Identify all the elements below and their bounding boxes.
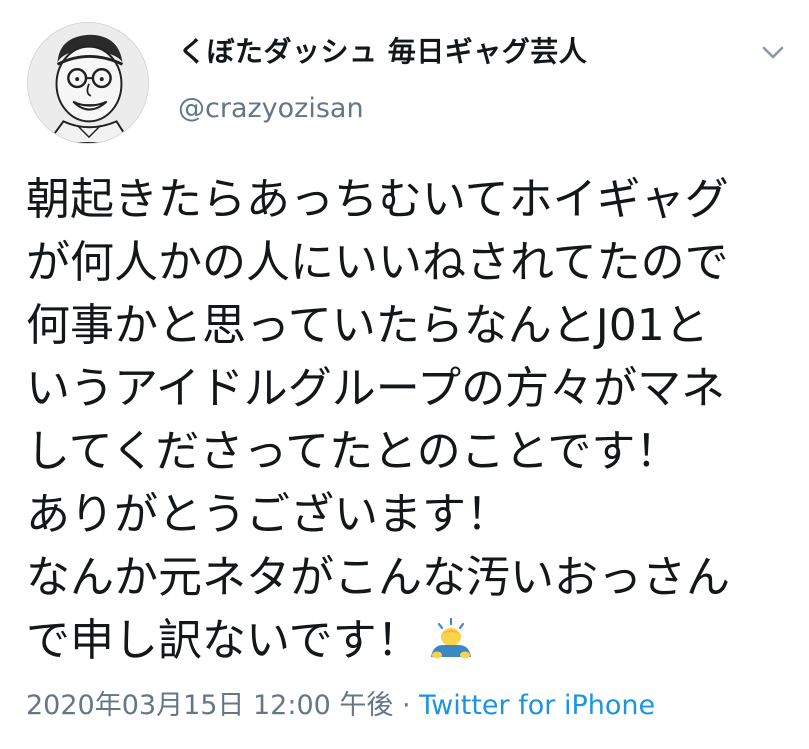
chevron-down-icon [762, 46, 784, 59]
tweet-timestamp[interactable]: 2020年03月15日 12:00 午後 [26, 690, 393, 721]
tweet-body: 朝起きたらあっちむいてホイギャグ が何人かの人にいいねされてたので 何事かと思っ… [26, 168, 801, 672]
tweet-text: 朝起きたらあっちむいてホイギャグ が何人かの人にいいねされてたので 何事かと思っ… [26, 174, 730, 666]
tweet-meta: 2020年03月15日 12:00 午後 · Twitter for iPhon… [26, 683, 655, 722]
tweet-card: くぼたダッシュ 毎日ギャグ芸人 @crazyozisan 朝起きたらあっちむいて… [0, 0, 809, 749]
tweet-menu-button[interactable] [756, 36, 790, 70]
avatar[interactable] [27, 22, 149, 144]
display-name[interactable]: くぼたダッシュ 毎日ギャグ芸人 [178, 30, 587, 70]
tweet-source-link[interactable]: Twitter for iPhone [419, 690, 655, 721]
meta-separator: · [393, 690, 420, 721]
user-handle[interactable]: @crazyozisan [178, 93, 364, 124]
person-bowing-emoji [430, 617, 471, 659]
avatar-caricature-image [28, 23, 148, 143]
